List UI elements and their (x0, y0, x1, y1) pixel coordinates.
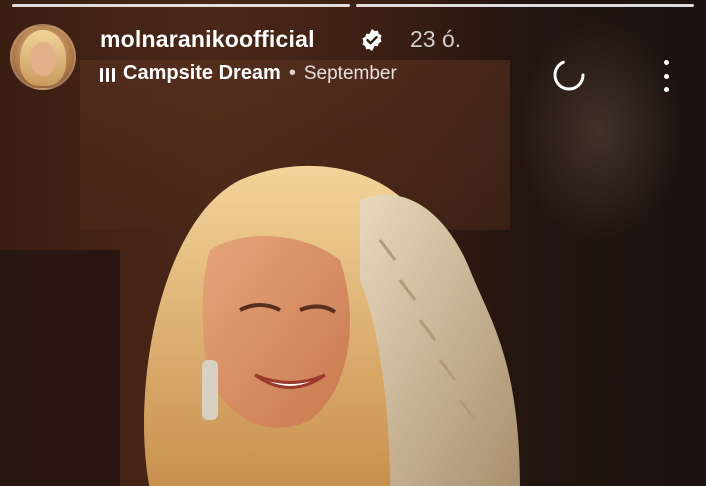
avatar[interactable] (10, 24, 76, 90)
more-vertical-icon[interactable] (656, 58, 676, 94)
story-header: molnaranikoofficial 23 ó. Campsite Dream… (10, 22, 690, 92)
progress-segment (12, 4, 350, 7)
verified-badge-icon (362, 29, 382, 51)
music-bars-icon (100, 66, 115, 82)
music-sticker[interactable]: Campsite Dream • September (100, 62, 397, 85)
song-title: Campsite Dream (123, 62, 281, 84)
separator: • (288, 62, 296, 84)
avatar-face (30, 42, 56, 76)
story-photo (144, 165, 520, 486)
story-progress (12, 4, 694, 7)
progress-segment (356, 4, 694, 7)
story-viewer[interactable]: molnaranikoofficial 23 ó. Campsite Dream… (0, 0, 706, 486)
username[interactable]: molnaranikoofficial (100, 26, 315, 53)
loading-spinner-icon (553, 59, 585, 91)
post-time: 23 ó. (410, 26, 462, 52)
album-name: September (303, 62, 397, 84)
